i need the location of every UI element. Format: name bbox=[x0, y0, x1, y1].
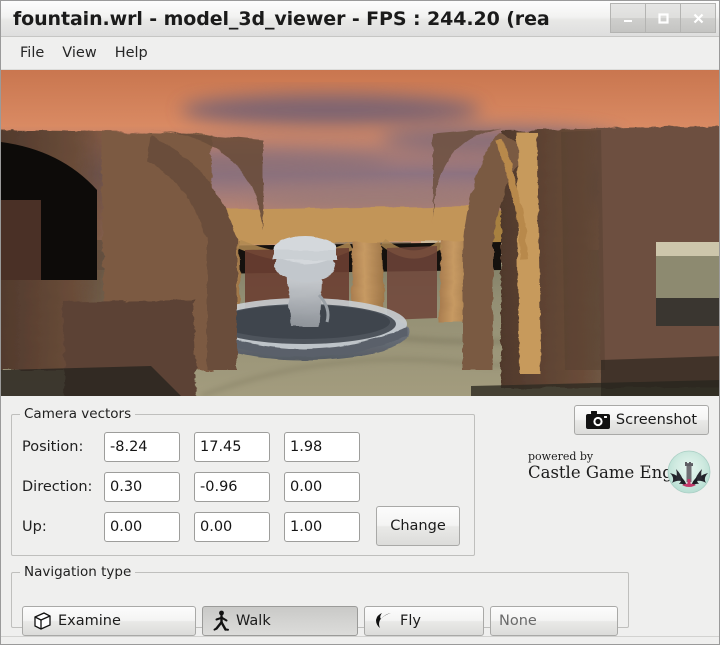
nav-button-none[interactable]: None bbox=[490, 606, 618, 636]
camera-direction-row: Direction: bbox=[22, 472, 374, 502]
maximize-button[interactable] bbox=[645, 3, 680, 33]
minimize-icon bbox=[624, 20, 632, 22]
direction-label: Direction: bbox=[22, 479, 93, 495]
camera-vectors-legend: Camera vectors bbox=[24, 406, 132, 422]
camera-vectors-group: Camera vectors Position: Direction: Up: bbox=[11, 406, 475, 556]
up-label: Up: bbox=[22, 519, 47, 535]
position-z-input[interactable] bbox=[284, 432, 360, 462]
up-y-input[interactable] bbox=[194, 512, 270, 542]
nav-button-walk[interactable]: Walk bbox=[202, 606, 358, 636]
up-x-input[interactable] bbox=[104, 512, 180, 542]
window-controls bbox=[610, 3, 716, 33]
navigation-type-group: Navigation type Examine Walk Fly None bbox=[11, 564, 629, 636]
change-button-label: Change bbox=[390, 518, 446, 534]
menu-item-help[interactable]: Help bbox=[106, 42, 157, 64]
position-label: Position: bbox=[22, 439, 84, 455]
nav-examine-label: Examine bbox=[58, 613, 121, 629]
castle-game-engine-logo bbox=[666, 449, 712, 499]
camera-position-row: Position: bbox=[22, 432, 374, 462]
minimize-button[interactable] bbox=[610, 3, 645, 33]
controls-panel: Camera vectors Position: Direction: Up: bbox=[1, 396, 719, 644]
3d-scene-viewport[interactable] bbox=[1, 70, 719, 396]
nav-fly-label: Fly bbox=[400, 613, 421, 629]
title-bar[interactable]: fountain.wrl - model_3d_viewer - FPS : 2… bbox=[1, 1, 719, 37]
position-y-input[interactable] bbox=[194, 432, 270, 462]
direction-z-input[interactable] bbox=[284, 472, 360, 502]
close-button[interactable] bbox=[680, 3, 716, 33]
screenshot-button[interactable]: Screenshot bbox=[574, 405, 709, 435]
direction-y-input[interactable] bbox=[194, 472, 270, 502]
maximize-icon bbox=[658, 13, 669, 24]
up-z-input[interactable] bbox=[284, 512, 360, 542]
menu-bar: File View Help bbox=[1, 37, 719, 70]
branding-block: powered by Castle Game Engine bbox=[528, 449, 718, 497]
navigation-type-legend: Navigation type bbox=[24, 564, 132, 580]
walking-person-icon bbox=[211, 610, 231, 632]
close-icon bbox=[693, 13, 703, 23]
direction-x-input[interactable] bbox=[104, 472, 180, 502]
change-camera-button[interactable]: Change bbox=[376, 506, 460, 546]
cube-icon bbox=[31, 610, 53, 632]
nav-button-examine[interactable]: Examine bbox=[22, 606, 196, 636]
nav-walk-label: Walk bbox=[236, 613, 271, 629]
camera-up-row: Up: bbox=[22, 512, 374, 542]
status-bar bbox=[1, 636, 719, 644]
nav-none-label: None bbox=[499, 613, 537, 629]
menu-item-view[interactable]: View bbox=[53, 42, 105, 64]
application-window: fountain.wrl - model_3d_viewer - FPS : 2… bbox=[0, 0, 720, 645]
nav-button-fly[interactable]: Fly bbox=[364, 606, 484, 636]
3d-scene-render bbox=[1, 70, 719, 396]
menu-item-file[interactable]: File bbox=[11, 42, 53, 64]
bird-icon bbox=[373, 610, 395, 632]
camera-icon bbox=[585, 411, 610, 429]
position-x-input[interactable] bbox=[104, 432, 180, 462]
screenshot-label: Screenshot bbox=[615, 412, 698, 428]
window-title: fountain.wrl - model_3d_viewer - FPS : 2… bbox=[13, 7, 550, 30]
